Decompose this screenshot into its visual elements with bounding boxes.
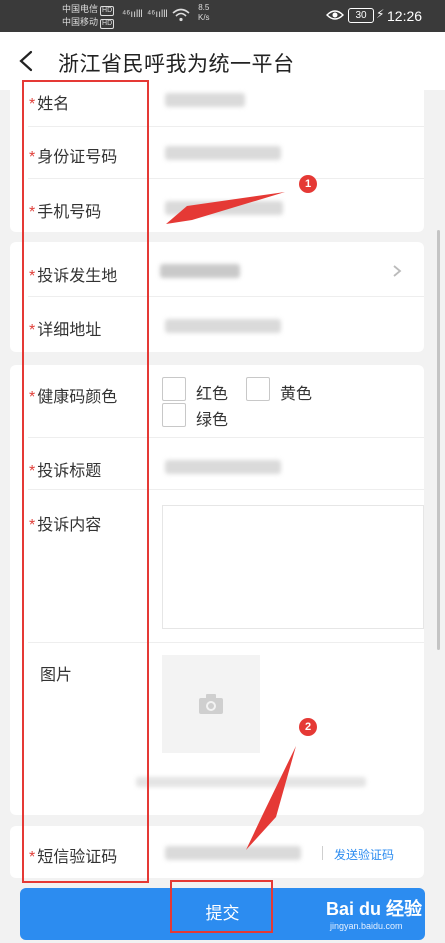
charging-icon: ⚡ <box>376 7 385 21</box>
annotation-labels-box <box>22 80 149 883</box>
content-textarea[interactable] <box>162 505 424 629</box>
annotation-badge-1: 1 <box>299 175 317 193</box>
photo-upload[interactable] <box>162 655 260 753</box>
name-input[interactable] <box>165 93 245 107</box>
carrier-2: 中国移动 <box>62 17 99 27</box>
scrollbar[interactable] <box>437 230 440 650</box>
checkbox-green[interactable] <box>162 403 186 427</box>
signal-icon: ⁴⁶ıılll <box>147 9 168 20</box>
chevron-right-icon[interactable] <box>392 264 402 278</box>
camera-icon <box>199 694 223 714</box>
annotation-badge-2: 2 <box>299 718 317 736</box>
signal-icon: ⁴⁶ıılll <box>122 9 143 20</box>
battery-icon: 30 <box>348 8 374 23</box>
carrier-info: 中国电信 HD 中国移动 HD <box>62 3 115 29</box>
send-code-button[interactable]: 发送验证码 <box>334 846 394 863</box>
speed-value: 8.5 <box>198 3 210 12</box>
clock: 12:26 <box>387 8 423 24</box>
option-green-label: 绿色 <box>196 412 229 429</box>
page-title: 浙江省民呼我为统一平台 <box>58 53 295 76</box>
upload-hint <box>136 777 366 787</box>
carrier-1: 中国电信 <box>62 4 99 14</box>
address-input[interactable] <box>165 319 281 333</box>
speed-unit: K/s <box>198 13 210 22</box>
annotation-submit-box <box>170 880 273 933</box>
checkbox-red[interactable] <box>162 377 186 401</box>
baidu-watermark-url: jingyan.baidu.com <box>330 921 403 931</box>
separator <box>322 846 323 860</box>
hd-badge: HD <box>100 19 115 29</box>
checkbox-yellow[interactable] <box>246 377 270 401</box>
hd-badge: HD <box>100 6 115 16</box>
chevron-left-icon[interactable] <box>18 50 34 72</box>
wifi-icon <box>172 8 190 22</box>
eye-icon <box>326 10 344 20</box>
subject-input[interactable] <box>165 460 281 474</box>
place-select[interactable] <box>160 264 240 278</box>
sms-input[interactable] <box>165 846 301 860</box>
option-yellow-label: 黄色 <box>280 386 313 403</box>
network-speed: 8.5 K/s <box>198 3 210 23</box>
option-red-label: 红色 <box>196 386 229 403</box>
phone-input[interactable] <box>165 201 283 215</box>
baidu-watermark: Bai du 经验 <box>326 899 423 919</box>
status-bar: 中国电信 HD 中国移动 HD ⁴⁶ıılll ⁴⁶ıılll 8.5 K/s 30… <box>0 0 445 32</box>
id-input[interactable] <box>165 146 281 160</box>
